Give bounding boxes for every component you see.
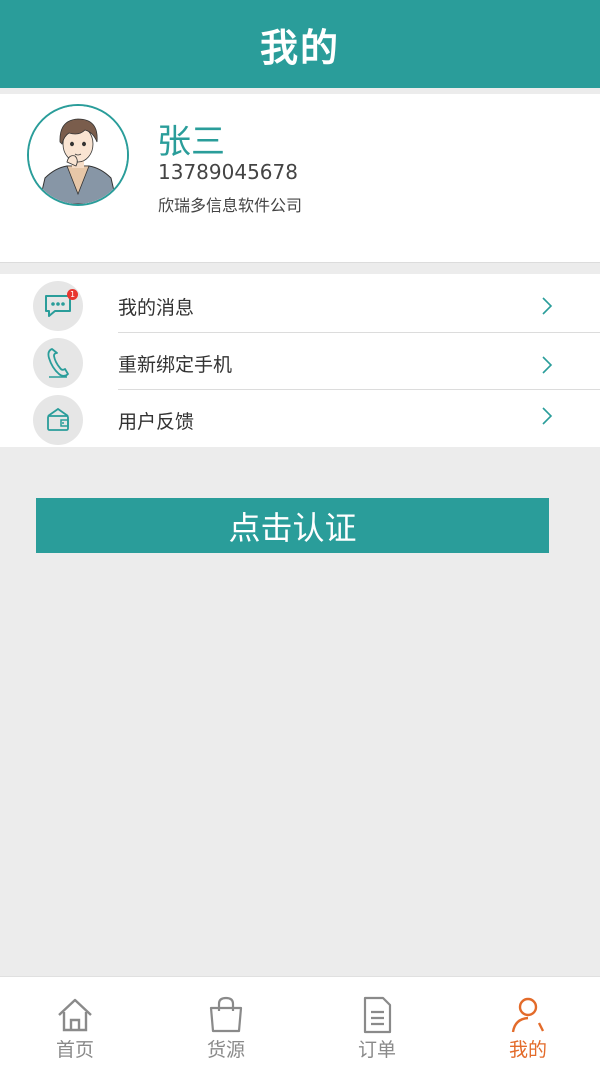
tab-label: 我的 <box>508 1039 547 1061</box>
tab-mine[interactable]: 我的 <box>453 977 600 1068</box>
tab-label: 货源 <box>206 1039 245 1061</box>
chevron-right-icon <box>542 297 553 315</box>
chevron-right-icon <box>542 407 553 425</box>
user-phone: 13789045678 <box>158 160 298 184</box>
verify-button[interactable]: 点击认证 <box>36 498 549 553</box>
chevron-right-icon <box>542 356 553 374</box>
tab-home[interactable]: 首页 <box>0 977 150 1068</box>
unread-badge: 1 <box>67 289 78 300</box>
person-icon <box>511 997 545 1033</box>
avatar[interactable] <box>27 104 129 206</box>
avatar-illustration <box>29 106 127 204</box>
settings-menu: 1 我的消息 重新绑定手机 用户反馈 <box>0 274 600 447</box>
menu-item-label: 用户反馈 <box>118 411 195 433</box>
menu-item-label: 我的消息 <box>118 297 195 319</box>
user-name: 张三 <box>157 122 225 162</box>
tab-label: 首页 <box>55 1039 94 1061</box>
menu-item-feedback[interactable]: 用户反馈 <box>0 390 600 447</box>
menu-item-label: 重新绑定手机 <box>118 354 233 376</box>
header-bar: 我的 <box>0 0 600 88</box>
feedback-icon <box>33 395 83 445</box>
bag-icon <box>209 996 243 1033</box>
message-icon <box>33 281 83 331</box>
document-icon <box>363 996 392 1034</box>
tab-orders[interactable]: 订单 <box>302 977 452 1068</box>
tab-label: 订单 <box>357 1039 396 1061</box>
menu-item-messages[interactable]: 1 我的消息 <box>0 276 600 333</box>
user-company: 欣瑞多信息软件公司 <box>158 196 303 215</box>
phone-icon <box>33 338 83 388</box>
page-title: 我的 <box>259 25 340 70</box>
bottom-tab-bar: 首页 货源 订单 我的 <box>0 976 600 1068</box>
menu-item-rebind-phone[interactable]: 重新绑定手机 <box>0 333 600 390</box>
tab-cargo[interactable]: 货源 <box>151 977 301 1068</box>
profile-card[interactable]: 张三 13789045678 欣瑞多信息软件公司 <box>0 94 600 263</box>
home-icon <box>58 998 92 1032</box>
